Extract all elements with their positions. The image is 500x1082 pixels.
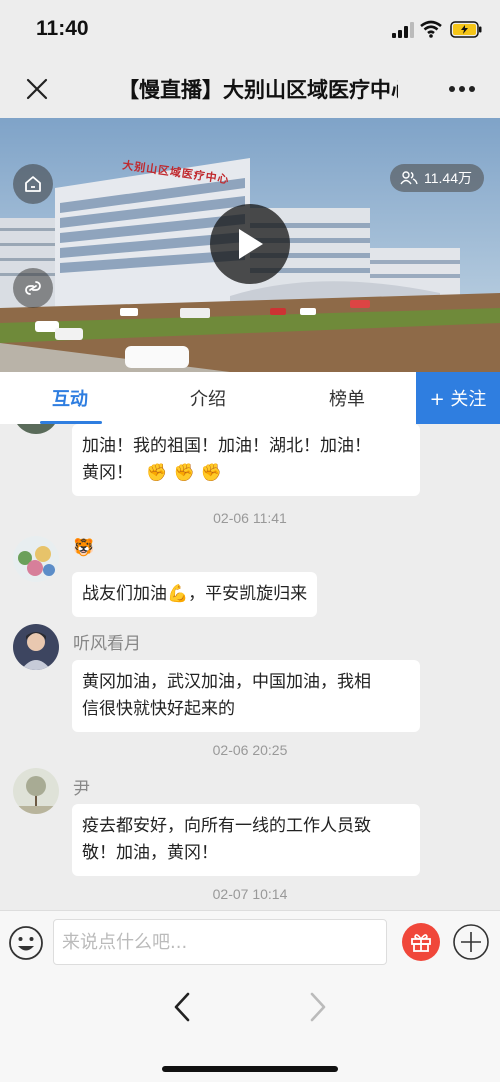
link-icon: [25, 281, 41, 295]
people-icon: [400, 171, 418, 185]
play-button[interactable]: [210, 204, 290, 284]
message-text: 黄冈加油，武汉加油，中国加油，我相: [82, 672, 371, 692]
avatar[interactable]: [13, 536, 59, 582]
gift-icon: [411, 934, 431, 952]
nickname: 听风看月: [73, 634, 141, 654]
emoji-icon[interactable]: [8, 925, 44, 961]
more-button[interactable]: [440, 72, 484, 106]
wifi-icon: [420, 20, 442, 38]
share-link-button[interactable]: [13, 268, 53, 308]
home-indicator: [162, 1066, 338, 1072]
home-icon: [25, 176, 41, 192]
status-time: 11:40: [36, 17, 89, 40]
home-button[interactable]: [13, 164, 53, 204]
play-icon: [239, 229, 263, 259]
more-icon: [449, 86, 475, 92]
message-bubble: 疫去都安好，向所有一线的工作人员致 敬！加油，黄冈！: [72, 804, 420, 876]
forward-icon[interactable]: [302, 990, 332, 1024]
signal-icon: [392, 22, 414, 38]
tab-interaction[interactable]: 互动: [20, 372, 120, 424]
message-text-line: 黄冈！ ✊✊✊: [82, 460, 410, 487]
gift-button[interactable]: [402, 923, 440, 961]
close-button[interactable]: [20, 72, 54, 106]
nickname: 尹: [73, 779, 90, 799]
message-timestamp: 02-07 10:14: [212, 886, 288, 902]
message-text: 战友们加油💪，平安凯旋归来: [82, 584, 308, 604]
comment-input[interactable]: 来说点什么吧...: [53, 919, 387, 965]
close-icon: [26, 78, 48, 100]
viewer-count-badge: 11.44万: [390, 164, 484, 192]
nav-bar: 【慢直播】大别山区域医疗中心: [0, 58, 500, 118]
message-text: 敬！加油，黄冈！: [82, 843, 218, 863]
back-icon[interactable]: [168, 990, 198, 1024]
browser-toolbar: [0, 974, 500, 1082]
comment-list[interactable]: 加油！我的祖国！加油！湖北！加油！ 黄冈！ ✊✊✊ 02-06 11:41 🐯 …: [0, 424, 500, 910]
avatar[interactable]: [13, 424, 59, 434]
message-bubble: 黄冈加油，武汉加油，中国加油，我相 信很快就快好起来的: [72, 660, 420, 732]
message-text: 信很快就快好起来的: [82, 699, 235, 719]
message-text: 黄冈！: [82, 463, 133, 483]
message-text: 疫去都安好，向所有一线的工作人员致: [82, 816, 371, 836]
message-timestamp: 02-06 20:25: [212, 742, 288, 758]
avatar[interactable]: [13, 768, 59, 814]
page-title: 【慢直播】大别山区域医疗中心: [118, 78, 398, 102]
message-bubble: 战友们加油💪，平安凯旋归来: [72, 572, 318, 617]
fist-emojis: ✊✊✊: [146, 463, 228, 483]
plus-icon[interactable]: [452, 923, 490, 961]
tab-bar: 互动 介绍 榜单 + 关注: [0, 372, 500, 424]
message-text: 加油！我的祖国！加油！湖北！加油！: [82, 436, 371, 456]
viewer-count: 11.44万: [424, 170, 472, 186]
nickname: 🐯: [73, 538, 95, 558]
avatar[interactable]: [13, 624, 59, 670]
message-timestamp: 02-06 11:41: [213, 510, 287, 526]
follow-button[interactable]: + 关注: [416, 372, 500, 424]
status-bar: 11:40: [0, 0, 500, 58]
live-video-player[interactable]: 大别山区域医疗中心 11.44万: [0, 118, 500, 372]
tab-ranking[interactable]: 榜单: [297, 372, 397, 424]
message-bubble: 加油！我的祖国！加油！湖北！加油！ 黄冈！ ✊✊✊: [72, 424, 420, 496]
tab-intro[interactable]: 介绍: [158, 372, 258, 424]
battery-icon: [450, 21, 482, 38]
comment-input-bar: 来说点什么吧...: [0, 910, 500, 974]
